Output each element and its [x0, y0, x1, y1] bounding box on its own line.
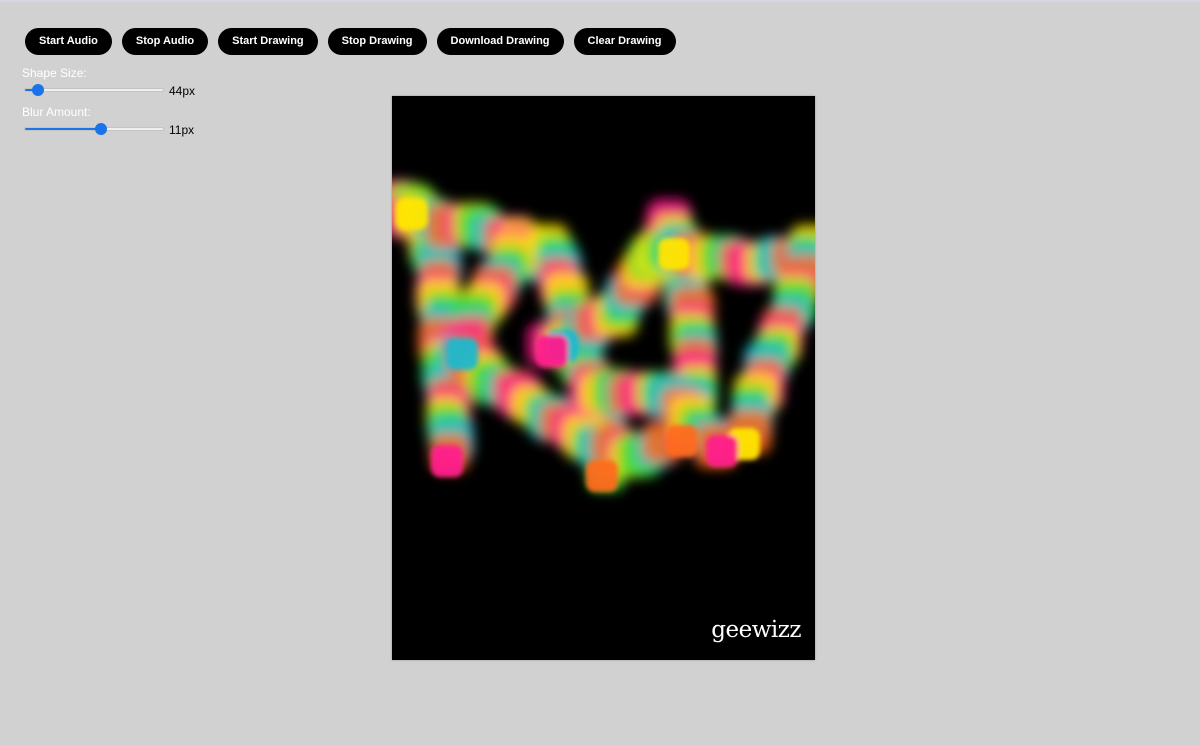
brush-stamp [536, 335, 568, 367]
blur-amount-fill [25, 128, 101, 130]
brush-stamp [666, 425, 698, 457]
toolbar: Start Audio Stop Audio Start Drawing Sto… [25, 28, 676, 55]
start-audio-button[interactable]: Start Audio [25, 28, 112, 55]
blur-amount-slider[interactable]: 11px [22, 119, 222, 143]
blur-amount-track[interactable] [24, 127, 164, 131]
drawing-canvas[interactable]: geewizz [392, 96, 815, 660]
blur-amount-label: Blur Amount: [22, 105, 91, 119]
shape-size-value: 44px [169, 84, 196, 98]
stop-drawing-button[interactable]: Stop Drawing [327, 28, 427, 55]
shape-size-label: Shape Size: [22, 66, 87, 80]
shape-size-track[interactable] [24, 88, 164, 92]
blur-amount-thumb[interactable] [95, 123, 107, 135]
window-top-edge [0, 0, 1200, 2]
start-drawing-button[interactable]: Start Drawing [218, 28, 318, 55]
shape-size-slider[interactable]: 44px [22, 80, 222, 104]
shape-size-thumb[interactable] [32, 84, 44, 96]
brush-stamp [396, 198, 428, 230]
brush-stamp [446, 338, 478, 370]
brush-stamp [586, 460, 618, 492]
clear-drawing-button[interactable]: Clear Drawing [573, 28, 676, 55]
drawing-artwork [392, 180, 815, 492]
controls-panel: Shape Size: 44px Blur Amount: 11px [22, 66, 222, 144]
blur-amount-value: 11px [169, 123, 195, 137]
brush-stamp [706, 435, 738, 467]
brush-stamp [658, 238, 690, 270]
download-drawing-button[interactable]: Download Drawing [436, 28, 564, 55]
geewizz-logo: geewizz [711, 617, 801, 643]
brush-stamp [431, 445, 463, 477]
stop-audio-button[interactable]: Stop Audio [121, 28, 209, 55]
